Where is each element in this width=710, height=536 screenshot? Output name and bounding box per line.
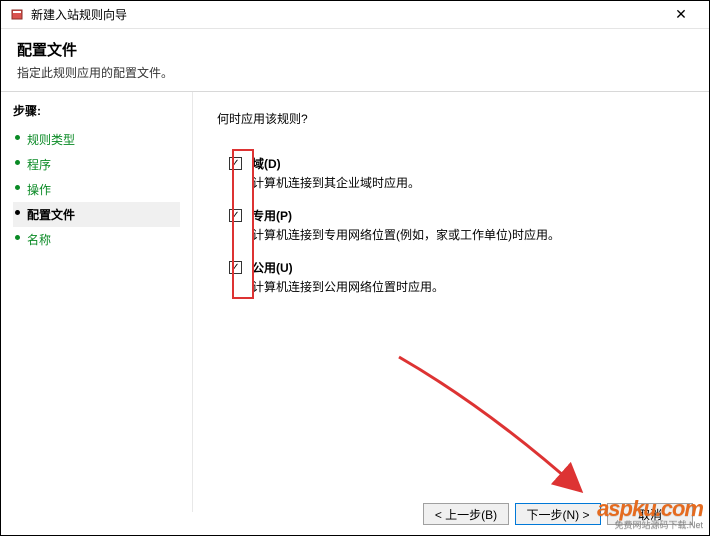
option-public-text: 公用(U) 计算机连接到公用网络位置时应用。 [252,259,444,295]
option-public-label: 公用(U) [252,259,444,276]
steps-list: 规则类型 程序 操作 配置文件 名称 [13,127,180,252]
profile-options: ✓ 域(D) 计算机连接到其企业域时应用。 ✓ 专用(P) 计算机连接到专用网络… [229,155,685,295]
prompt-text: 何时应用该规则? [217,110,685,127]
option-private-text: 专用(P) 计算机连接到专用网络位置(例如，家或工作单位)时应用。 [252,207,560,243]
title-bar: 新建入站规则向导 ✕ [1,1,709,29]
back-button[interactable]: < 上一步(B) [423,503,509,525]
option-public: ✓ 公用(U) 计算机连接到公用网络位置时应用。 [229,259,685,295]
page-subtitle: 指定此规则应用的配置文件。 [17,64,693,81]
option-domain-label: 域(D) [252,155,420,172]
main-panel: 何时应用该规则? ✓ 域(D) 计算机连接到其企业域时应用。 ✓ 专用(P) 计… [193,92,709,512]
next-button[interactable]: 下一步(N) > [515,503,601,525]
option-domain-desc: 计算机连接到其企业域时应用。 [252,174,420,191]
option-public-desc: 计算机连接到公用网络位置时应用。 [252,278,444,295]
checkbox-public[interactable]: ✓ [229,261,242,274]
step-rule-type[interactable]: 规则类型 [13,127,180,152]
wizard-header: 配置文件 指定此规则应用的配置文件。 [1,29,709,91]
option-private: ✓ 专用(P) 计算机连接到专用网络位置(例如，家或工作单位)时应用。 [229,207,685,243]
window-title: 新建入站规则向导 [31,6,127,23]
steps-sidebar: 步骤: 规则类型 程序 操作 配置文件 名称 [1,92,193,512]
step-name[interactable]: 名称 [13,227,180,252]
option-private-label: 专用(P) [252,207,560,224]
step-profile[interactable]: 配置文件 [13,202,180,227]
watermark: aspku.com 免费网站源码下载.Net [597,496,703,531]
app-icon [9,7,25,23]
page-title: 配置文件 [17,39,693,60]
option-private-desc: 计算机连接到专用网络位置(例如，家或工作单位)时应用。 [252,226,560,243]
wizard-body: 步骤: 规则类型 程序 操作 配置文件 名称 何时应用该规则? ✓ 域(D) 计… [1,92,709,512]
step-program[interactable]: 程序 [13,152,180,177]
steps-heading: 步骤: [13,102,180,119]
option-domain-text: 域(D) 计算机连接到其企业域时应用。 [252,155,420,191]
close-button[interactable]: ✕ [661,6,701,23]
checkbox-domain[interactable]: ✓ [229,157,242,170]
step-action[interactable]: 操作 [13,177,180,202]
option-domain: ✓ 域(D) 计算机连接到其企业域时应用。 [229,155,685,191]
checkbox-private[interactable]: ✓ [229,209,242,222]
